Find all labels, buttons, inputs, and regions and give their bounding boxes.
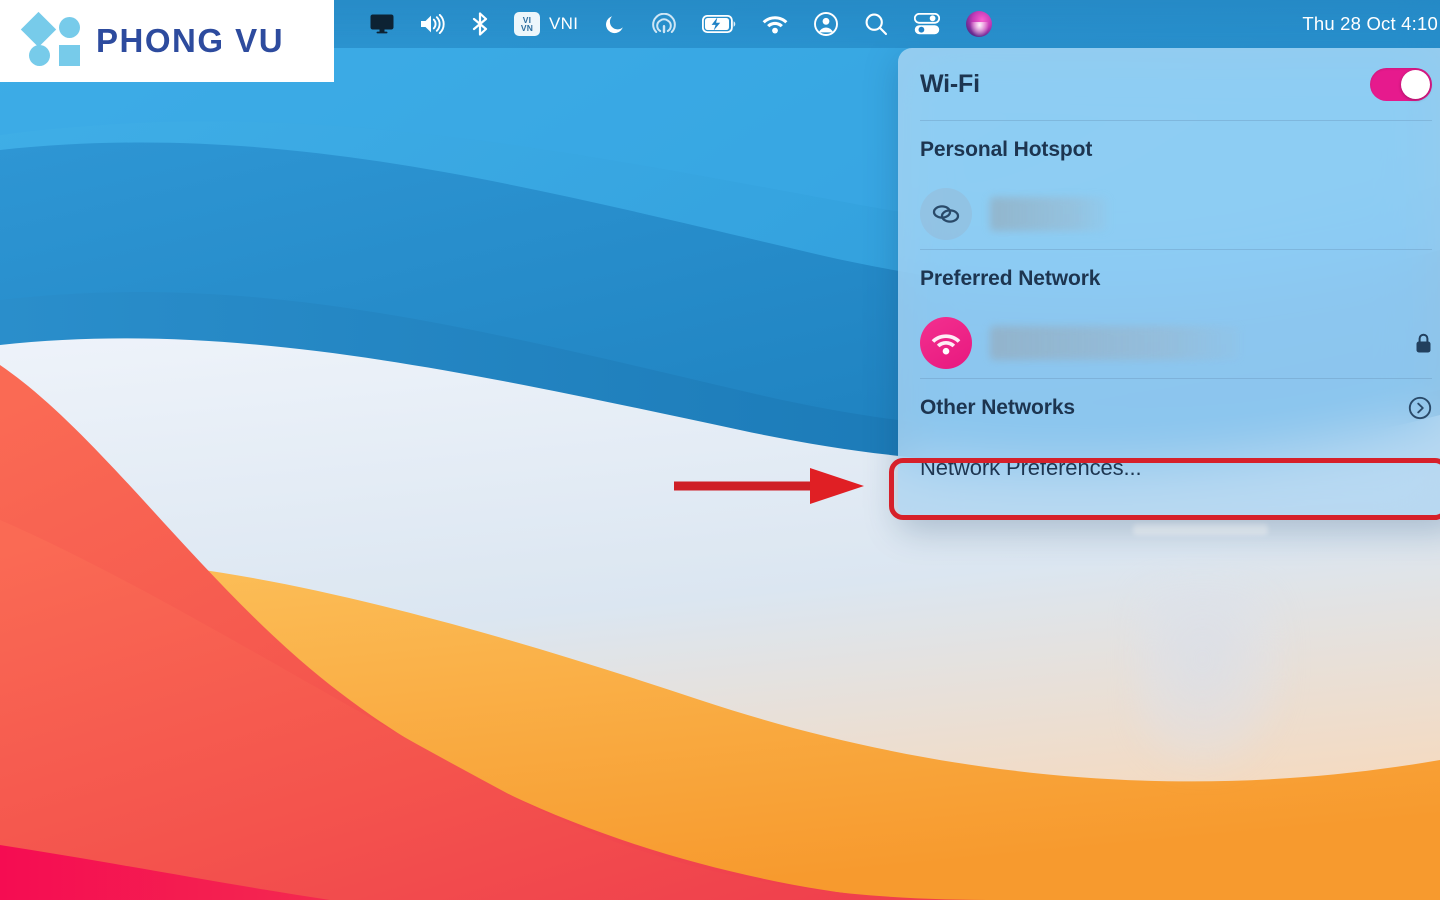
section-header-preferred-network: Preferred Network (920, 250, 1432, 308)
network-row-preferred[interactable] (920, 308, 1432, 378)
spotlight-search-icon[interactable] (864, 11, 888, 37)
logo-circle-bottom-left-shape (29, 45, 50, 66)
vni-input-icon[interactable]: VI VN VNI (514, 12, 578, 36)
section-label: Personal Hotspot (920, 138, 1093, 161)
do-not-disturb-icon[interactable] (604, 11, 626, 37)
phong-vu-logo: PHONG VU (0, 0, 334, 82)
wifi-title: Wi-Fi (920, 69, 980, 98)
hotspot-link-icon (920, 188, 972, 240)
section-header-personal-hotspot: Personal Hotspot (920, 121, 1432, 179)
hotspot-network-name-redacted (990, 197, 1108, 231)
wifi-toggle-knob (1401, 69, 1430, 99)
menu-bar-clock[interactable]: Thu 28 Oct 4:10 (1302, 13, 1440, 35)
display-mirroring-icon[interactable] (370, 11, 394, 37)
section-label: Preferred Network (920, 267, 1101, 290)
logo-wordmark: PHONG VU (96, 22, 285, 59)
chevron-right-circle-icon[interactable] (1408, 396, 1432, 420)
section-label: Other Networks (920, 396, 1075, 419)
wifi-menu-panel: Wi-Fi Personal Hotspot Preferred Network (898, 48, 1440, 520)
airdrop-icon[interactable] (652, 11, 677, 37)
section-header-other-networks[interactable]: Other Networks (920, 379, 1432, 437)
network-preferences-label: Network Preferences... (920, 455, 1142, 480)
network-row-hotspot[interactable] (920, 179, 1432, 249)
user-account-icon[interactable] (814, 11, 839, 37)
bluetooth-icon[interactable] (472, 11, 488, 37)
wifi-connected-icon (920, 317, 972, 369)
control-center-icon[interactable] (914, 11, 941, 37)
volume-icon[interactable] (420, 11, 446, 37)
dock-sliver (1133, 524, 1268, 535)
wifi-toggle-switch[interactable] (1370, 67, 1432, 101)
wifi-icon[interactable] (762, 11, 788, 37)
logo-diamond-shape (20, 11, 57, 48)
logo-mark-icon (20, 11, 82, 67)
lock-icon (1415, 333, 1432, 354)
battery-charging-icon[interactable] (702, 11, 736, 37)
vni-badge-bottom: VN (520, 23, 534, 33)
logo-square-shape (59, 45, 80, 66)
menu-bar-right: Thu 28 Oct 4:10 (1302, 13, 1440, 35)
logo-circle-top-right-shape (59, 17, 80, 38)
vni-label: VNI (549, 14, 579, 33)
wifi-header-row: Wi-Fi (920, 48, 1432, 120)
preferred-network-name-redacted (990, 326, 1240, 360)
siri-icon[interactable] (966, 11, 993, 37)
menu-bar-status-icons: VI VN VNI (340, 11, 1302, 37)
arrow-annotation (674, 468, 864, 504)
network-preferences-menu-item[interactable]: Network Preferences... (898, 437, 1440, 499)
vni-badge: VI VN (514, 12, 540, 36)
blurred-desktop-item (1135, 585, 1285, 770)
